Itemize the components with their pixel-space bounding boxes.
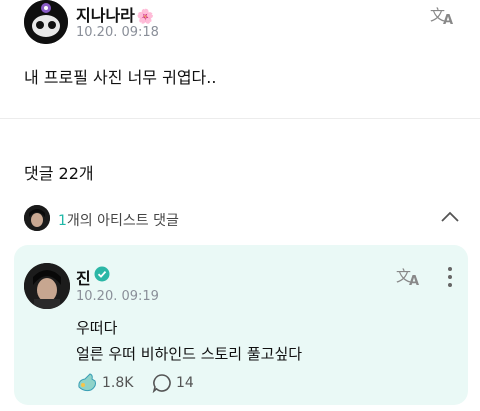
divider [0, 118, 480, 119]
commenter-name[interactable]: 진 [76, 265, 91, 289]
author-name[interactable]: 지나나라 🌸 [76, 2, 154, 26]
comment-line-1: 우떠다 [76, 319, 118, 337]
more-options-icon[interactable] [446, 265, 454, 287]
reply-icon[interactable] [152, 373, 172, 394]
chevron-up-icon[interactable] [440, 209, 460, 223]
post-time: 10.20. 09:18 [76, 25, 159, 40]
flower-icon: 🌸 [136, 9, 155, 25]
author-avatar[interactable] [24, 0, 68, 44]
post-header: 지나나라 🌸 10.20. 09:18 文 A [24, 0, 464, 48]
artist-comment-card: 진 10.20. 09:19 文 A 우떠다 얼른 우떠 비하인드 스토리 풀고… [14, 245, 468, 405]
verified-badge-icon [94, 266, 110, 282]
artist-comments-label: 1개의 아티스트 댓글 [58, 213, 179, 229]
svg-text:A: A [443, 13, 453, 26]
post-body: 내 프로필 사진 너무 귀엽다.. [24, 68, 217, 87]
like-icon[interactable] [76, 373, 98, 393]
svg-text:A: A [409, 274, 419, 287]
translate-icon[interactable]: 文 A [430, 4, 456, 28]
comments-count: 댓글 22개 [24, 164, 94, 183]
translate-icon[interactable]: 文 A [396, 265, 422, 289]
artist-comments-toggle[interactable]: 1개의 아티스트 댓글 [24, 203, 464, 233]
comment-time: 10.20. 09:19 [76, 289, 159, 304]
artist-avatar-small [24, 205, 50, 231]
commenter-avatar[interactable] [24, 263, 70, 309]
reply-count: 14 [176, 375, 194, 391]
comment-line-2: 얼른 우떠 비하인드 스토리 풀고싶다 [76, 345, 303, 363]
like-count: 1.8K [102, 375, 134, 391]
